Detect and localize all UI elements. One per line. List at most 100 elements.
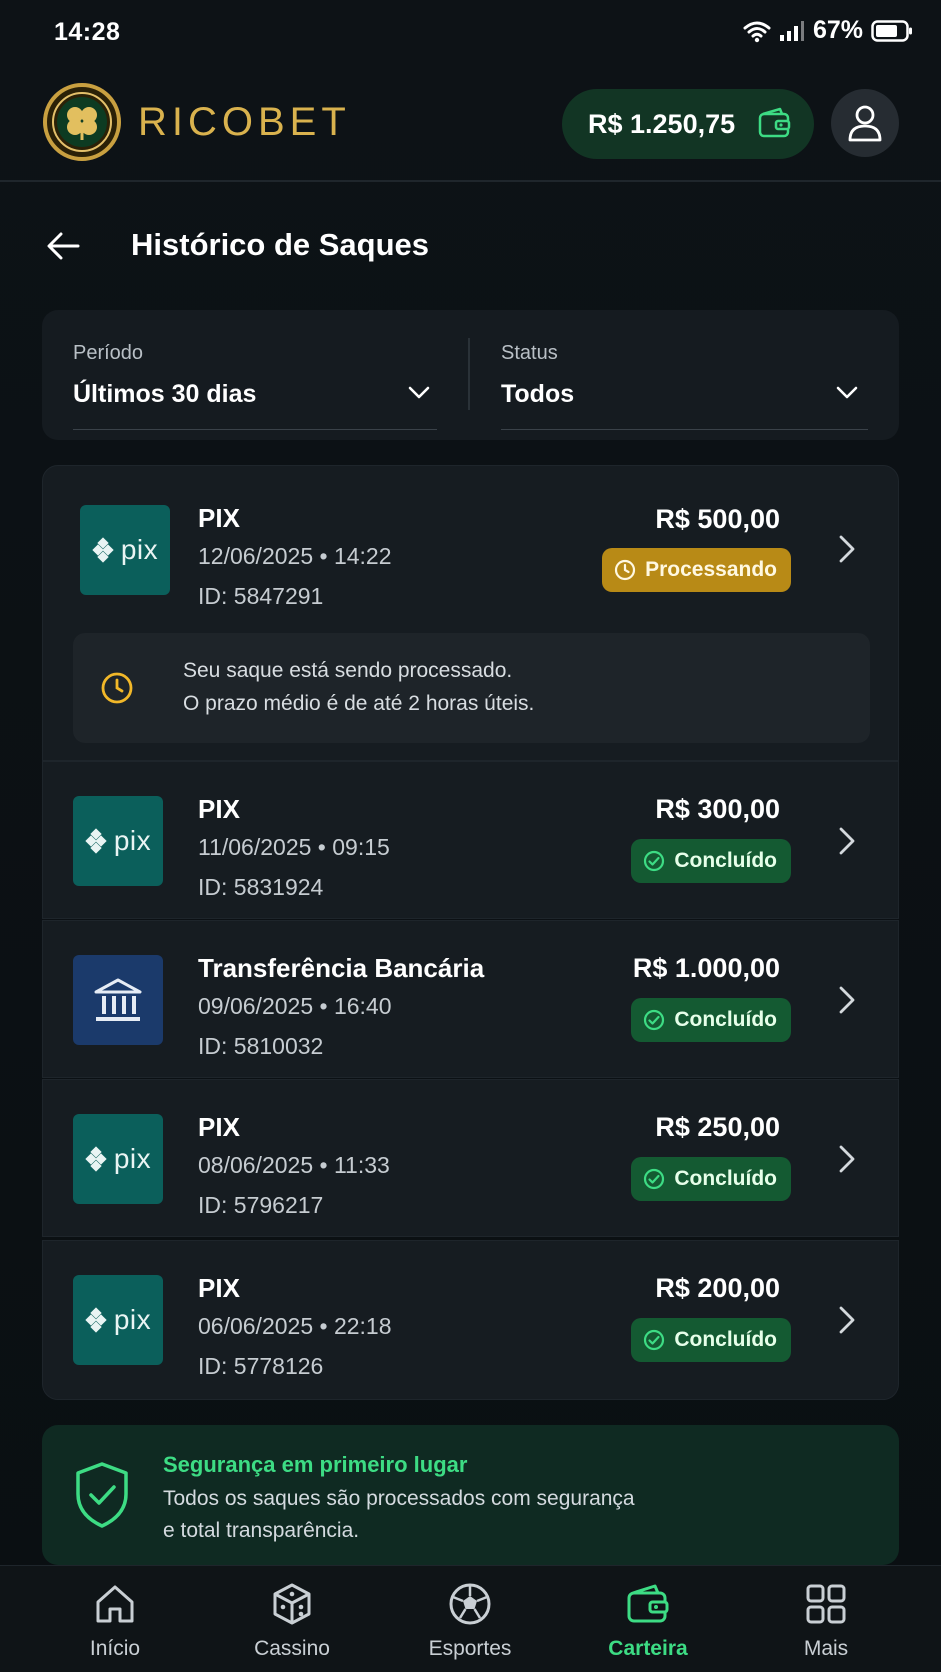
nav-inicio[interactable]: Início xyxy=(40,1566,190,1672)
status-badge: Concluído xyxy=(631,839,791,883)
bank-logo xyxy=(73,955,163,1045)
pix-wordmark: pix xyxy=(113,1304,152,1335)
brand-name: RICOBET xyxy=(138,99,351,144)
withdrawal-method: Transferência Bancária xyxy=(198,953,485,983)
check-circle-icon xyxy=(644,1168,665,1190)
withdrawal-method: PIX xyxy=(198,1112,240,1142)
pix-diamond-icon xyxy=(85,828,107,854)
back-arrow-icon[interactable] xyxy=(44,226,84,266)
nav-label: Esportes xyxy=(428,1637,512,1660)
withdrawal-datetime: 12/06/2025 • 14:22 xyxy=(198,543,392,569)
pix-logo: pix xyxy=(73,1114,163,1204)
filter-divider xyxy=(468,338,470,410)
withdrawal-item[interactable]: pix PIX 06/06/2025 • 22:18 ID: 5778126 R… xyxy=(42,1240,899,1400)
withdrawal-amount: R$ 500,00 xyxy=(655,504,780,534)
chevron-down-icon xyxy=(836,386,858,399)
status-underline xyxy=(501,429,868,430)
withdrawal-method: PIX xyxy=(198,1273,240,1303)
status-badge-label: Concluído xyxy=(674,849,777,872)
status-badge-label: Concluído xyxy=(674,1008,777,1031)
withdrawal-amount: R$ 1.000,00 xyxy=(632,953,780,983)
cellular-signal-icon xyxy=(779,20,804,41)
withdrawal-datetime: 06/06/2025 • 22:18 xyxy=(198,1313,392,1339)
pix-wordmark: pix xyxy=(120,534,159,565)
withdrawal-datetime: 08/06/2025 • 11:33 xyxy=(198,1152,390,1178)
grid-icon xyxy=(806,1584,846,1624)
pix-wordmark: pix xyxy=(113,1143,152,1174)
nav-label: Carteira xyxy=(608,1637,688,1660)
user-icon xyxy=(848,105,882,142)
balance-button[interactable]: R$ 1.250,75 xyxy=(562,89,814,159)
status-badge: Concluído xyxy=(631,1318,791,1362)
withdrawal-history-screen: 14:28 67% RICOBET R$ 1.250,75 Histórico … xyxy=(0,0,941,1672)
processing-notice: Seu saque está sendo processado. O prazo… xyxy=(73,633,870,743)
withdrawal-datetime: 09/06/2025 • 16:40 xyxy=(198,993,392,1019)
withdrawal-id: ID: 5810032 xyxy=(198,1033,324,1059)
withdrawal-amount: R$ 250,00 xyxy=(655,1112,780,1142)
status-filter[interactable]: Status Todos xyxy=(501,310,868,440)
status-icons: 67% xyxy=(743,16,913,45)
balance-amount: R$ 1.250,75 xyxy=(588,108,736,139)
chevron-right-icon xyxy=(839,986,855,1014)
notice-text: O prazo médio é de até 2 horas úteis. xyxy=(183,692,535,715)
security-text: Todos os saques são processados com segu… xyxy=(163,1487,635,1510)
withdrawal-method: PIX xyxy=(198,503,240,533)
period-filter[interactable]: Período Últimos 30 dias xyxy=(73,310,437,440)
withdrawal-item[interactable]: pix PIX 12/06/2025 • 14:22 ID: 5847291 R… xyxy=(42,465,899,761)
soccer-ball-icon xyxy=(449,1583,491,1625)
nav-mais[interactable]: Mais xyxy=(751,1566,901,1672)
chevron-right-icon xyxy=(839,1145,855,1173)
chevron-right-icon xyxy=(839,827,855,855)
wallet-icon xyxy=(758,107,791,138)
status-badge-label: Concluído xyxy=(674,1328,777,1351)
withdrawal-id: ID: 5831924 xyxy=(198,874,324,900)
security-banner: Segurança em primeiro lugar Todos os saq… xyxy=(42,1425,899,1565)
withdrawal-id: ID: 5796217 xyxy=(198,1192,324,1218)
withdrawal-item[interactable]: Transferência Bancária 09/06/2025 • 16:4… xyxy=(42,920,899,1078)
chevron-down-icon xyxy=(408,386,430,399)
status-badge: Processando xyxy=(602,548,791,592)
period-label: Período xyxy=(73,342,144,364)
check-circle-icon xyxy=(644,850,665,872)
status-time: 14:28 xyxy=(54,18,121,46)
pix-diamond-icon xyxy=(85,1146,107,1172)
withdrawal-amount: R$ 200,00 xyxy=(655,1273,780,1303)
brand-logo[interactable]: RICOBET xyxy=(42,82,351,162)
pix-logo: pix xyxy=(73,1275,163,1365)
clover-logo-icon xyxy=(43,83,121,161)
pix-logo: pix xyxy=(80,505,170,595)
app-header: RICOBET R$ 1.250,75 xyxy=(0,72,941,182)
withdrawal-item[interactable]: pix PIX 11/06/2025 • 09:15 ID: 5831924 R… xyxy=(42,761,899,919)
check-circle-icon xyxy=(644,1009,665,1031)
dice-icon xyxy=(273,1583,311,1625)
security-title: Segurança em primeiro lugar xyxy=(163,1452,468,1477)
profile-button[interactable] xyxy=(831,89,899,157)
battery-percent: 67% xyxy=(812,16,863,44)
check-circle-icon xyxy=(644,1329,665,1351)
withdrawal-item[interactable]: pix PIX 08/06/2025 • 11:33 ID: 5796217 R… xyxy=(42,1079,899,1237)
pix-diamond-icon xyxy=(92,537,114,563)
status-bar: 14:28 67% xyxy=(0,0,941,66)
period-underline xyxy=(73,429,437,430)
pix-wordmark: pix xyxy=(113,825,152,856)
battery-icon xyxy=(871,19,912,42)
page-title: Histórico de Saques xyxy=(131,227,430,262)
nav-carteira[interactable]: Carteira xyxy=(573,1566,723,1672)
withdrawal-datetime: 11/06/2025 • 09:15 xyxy=(198,834,390,860)
withdrawal-amount: R$ 300,00 xyxy=(655,794,780,824)
home-icon xyxy=(96,1585,134,1623)
status-badge-label: Concluído xyxy=(674,1167,777,1190)
nav-esportes[interactable]: Esportes xyxy=(395,1566,545,1672)
nav-cassino[interactable]: Cassino xyxy=(217,1566,367,1672)
chevron-right-icon xyxy=(839,535,855,563)
nav-label: Cassino xyxy=(254,1637,330,1660)
pix-logo: pix xyxy=(73,796,163,886)
notice-text: Seu saque está sendo processado. xyxy=(183,659,513,682)
shield-check-icon xyxy=(76,1462,128,1528)
nav-label: Mais xyxy=(803,1637,849,1660)
filters-panel: Período Últimos 30 dias Status Todos xyxy=(42,310,899,440)
withdrawal-id: ID: 5778126 xyxy=(198,1353,324,1379)
bank-building-icon xyxy=(94,978,142,1021)
nav-label: Início xyxy=(89,1637,141,1660)
bottom-navigation: Início Cassino Esportes Carteira Mais xyxy=(0,1565,941,1672)
